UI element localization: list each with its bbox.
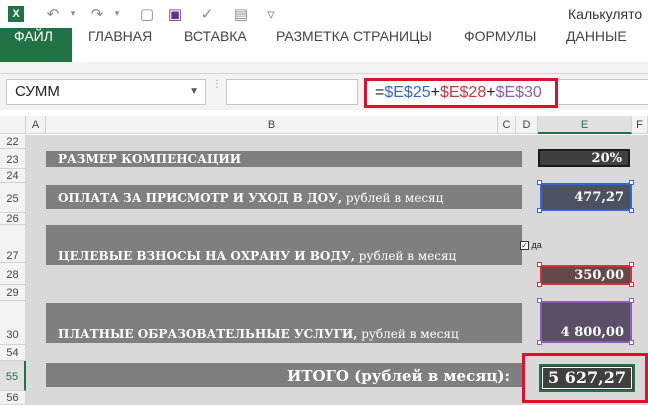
spelling-icon[interactable]: ✓ <box>198 5 216 23</box>
fees-label-text: ЦЕЛЕВЫЕ ВЗНОСЫ НА ОХРАНУ И ВОДУ, <box>58 249 355 263</box>
total-highlight: 5 627,27 <box>522 353 648 403</box>
undo-icon[interactable]: ↶ <box>44 5 62 23</box>
formula-plus: + <box>486 84 496 101</box>
range-handle[interactable] <box>629 208 634 213</box>
range-handle[interactable] <box>629 180 634 185</box>
range-handle[interactable] <box>537 340 542 345</box>
formula-input-rest[interactable] <box>558 79 648 105</box>
row-header-54[interactable]: 54 <box>0 345 26 361</box>
ribbon-divider <box>0 62 648 74</box>
care-payment-unit: рублей в месяц <box>342 191 444 205</box>
services-label-unit: рублей в месяц <box>357 327 459 341</box>
title-bar: X ↶ ▾ ↷ ▾ ▢ ▣ ✓ ▤ ▿ Калькулято <box>0 0 648 28</box>
column-header-f[interactable]: F <box>632 116 648 134</box>
range-handle[interactable] <box>537 298 542 303</box>
worksheet[interactable]: РАЗМЕР КОМПЕНСАЦИИ 20% ОПЛАТА ЗА ПРИСМОТ… <box>26 135 648 405</box>
compensation-label: РАЗМЕР КОМПЕНСАЦИИ <box>46 151 522 167</box>
tab-formulas[interactable]: ФОРМУЛЫ <box>464 28 536 62</box>
redo-icon[interactable]: ↷ <box>88 5 106 23</box>
range-handle[interactable] <box>537 208 542 213</box>
undo-dropdown-icon[interactable]: ▾ <box>64 5 82 23</box>
services-value[interactable]: 4 800,00 <box>540 301 632 343</box>
range-handle[interactable] <box>629 340 634 345</box>
tab-page-layout[interactable]: РАЗМЕТКА СТРАНИЦЫ <box>276 28 432 62</box>
row-header-30[interactable]: 30 <box>0 301 26 345</box>
range-handle[interactable] <box>629 262 634 267</box>
name-box-value: СУММ <box>15 83 60 100</box>
fees-value[interactable]: 350,00 <box>540 265 632 285</box>
row-header-28[interactable]: 28 <box>0 263 26 285</box>
formula-equals: = <box>375 84 385 101</box>
column-header-b[interactable]: B <box>46 116 498 134</box>
total-label: ИТОГО (рублей в месяц): <box>46 363 522 387</box>
formula-input[interactable]: =$E$25+$E$28+$E$30 <box>364 78 558 108</box>
fees-label: ЦЕЛЕВЫЕ ВЗНОСЫ НА ОХРАНУ И ВОДУ, рублей … <box>46 225 522 265</box>
range-handle[interactable] <box>629 298 634 303</box>
column-header-c[interactable]: C <box>498 116 516 134</box>
name-box[interactable]: СУММ ▼ <box>6 79 206 105</box>
row-header-56[interactable]: 56 <box>0 391 26 405</box>
chevron-down-icon[interactable]: ▼ <box>189 80 199 104</box>
grip-icon[interactable]: ⋮ <box>212 80 222 102</box>
column-header-a[interactable]: A <box>26 116 46 134</box>
compensation-value[interactable]: 20% <box>538 149 630 167</box>
redo-dropdown-icon[interactable]: ▾ <box>108 5 126 23</box>
select-all-corner[interactable] <box>0 116 26 134</box>
services-label-text: ПЛАТНЫЕ ОБРАЗОВАТЕЛЬНЫЕ УСЛУГИ, <box>58 327 358 341</box>
column-header-d[interactable]: D <box>516 116 538 134</box>
tab-file[interactable]: ФАЙЛ <box>0 28 72 62</box>
formula-ref-e30: $E$30 <box>495 84 542 101</box>
column-header-e[interactable]: E <box>538 116 632 134</box>
row-header-29[interactable]: 29 <box>0 285 26 301</box>
save-icon[interactable]: ▣ <box>166 5 184 23</box>
care-payment-value[interactable]: 477,27 <box>540 183 632 211</box>
fees-label-unit: рублей в месяц <box>354 249 457 263</box>
print-preview-icon[interactable]: ▢ <box>138 5 156 23</box>
tab-data[interactable]: ДАННЫЕ <box>566 28 627 62</box>
excel-app-icon: X <box>8 6 24 22</box>
tab-insert[interactable]: ВСТАВКА <box>184 28 247 62</box>
range-handle[interactable] <box>537 262 542 267</box>
formula-plus: + <box>430 84 440 101</box>
formula-buttons <box>226 79 358 105</box>
window-title: Калькулято <box>568 6 643 22</box>
fees-checkbox-label: да <box>531 240 542 250</box>
formula-ref-e25: $E$25 <box>384 84 431 101</box>
fees-checkbox[interactable]: ✓ да <box>520 240 542 251</box>
customize-qat-icon[interactable]: ▿ <box>262 5 280 23</box>
new-sheet-icon[interactable]: ▤ <box>232 5 250 23</box>
total-value[interactable]: 5 627,27 <box>539 364 635 392</box>
row-header-23[interactable]: 23 <box>0 149 26 169</box>
formula-ref-e28: $E$28 <box>439 84 487 101</box>
services-label: ПЛАТНЫЕ ОБРАЗОВАТЕЛЬНЫЕ УСЛУГИ, рублей в… <box>46 303 522 343</box>
range-handle[interactable] <box>537 282 542 287</box>
row-header-25[interactable]: 25 <box>0 183 26 213</box>
row-header-27[interactable]: 27 <box>0 225 26 263</box>
checkbox-checked-icon[interactable]: ✓ <box>520 241 529 251</box>
row-header-55[interactable]: 55 <box>0 361 26 391</box>
row-header-24[interactable]: 24 <box>0 169 26 183</box>
tab-home[interactable]: ГЛАВНАЯ <box>88 28 152 62</box>
range-handle[interactable] <box>629 282 634 287</box>
ribbon-tabs: ФАЙЛ ГЛАВНАЯ ВСТАВКА РАЗМЕТКА СТРАНИЦЫ Ф… <box>0 28 648 62</box>
row-header-22[interactable]: 22 <box>0 135 26 149</box>
care-payment-label-text: ОПЛАТА ЗА ПРИСМОТР И УХОД В ДОУ, <box>58 191 342 205</box>
range-handle[interactable] <box>537 180 542 185</box>
compensation-label-text: РАЗМЕР КОМПЕНСАЦИИ <box>58 152 242 166</box>
care-payment-label: ОПЛАТА ЗА ПРИСМОТР И УХОД В ДОУ, рублей … <box>46 185 522 209</box>
row-header-26[interactable]: 26 <box>0 213 26 225</box>
formula-bar: СУММ ▼ ⋮ ✕ ✓ fx =$E$25+$E$28+$E$30 <box>0 74 648 173</box>
